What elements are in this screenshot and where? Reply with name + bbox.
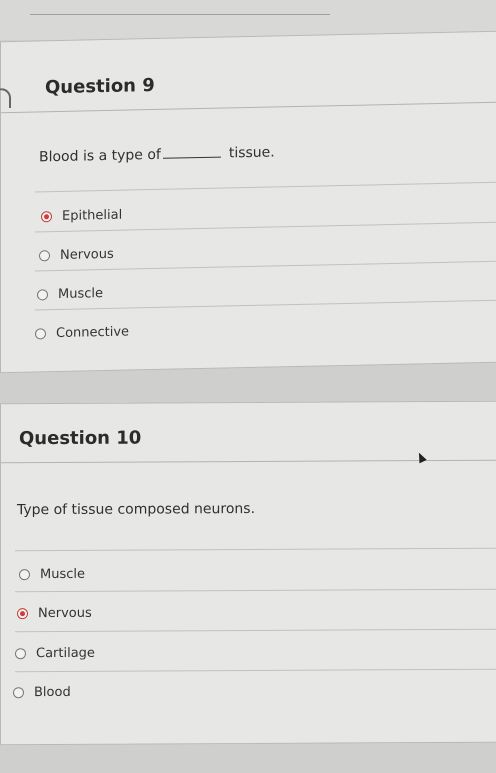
divider xyxy=(15,628,496,633)
divider xyxy=(35,181,496,193)
radio-selected-icon[interactable] xyxy=(41,211,52,223)
option-label: Nervous xyxy=(38,605,92,622)
radio-icon[interactable] xyxy=(35,328,46,340)
option-muscle[interactable]: Muscle xyxy=(19,567,85,582)
option-label: Muscle xyxy=(40,566,85,583)
option-nervous[interactable]: Nervous xyxy=(17,606,92,621)
option-label: Nervous xyxy=(60,246,114,263)
divider xyxy=(35,260,496,272)
radio-icon[interactable] xyxy=(19,569,30,581)
prompt-after: tissue. xyxy=(228,144,275,162)
radio-icon[interactable] xyxy=(13,687,24,699)
divider xyxy=(15,588,496,593)
divider xyxy=(15,547,496,552)
radio-icon[interactable] xyxy=(39,250,50,262)
option-muscle[interactable]: Muscle xyxy=(37,286,103,302)
divider xyxy=(15,668,496,673)
answer-blank xyxy=(162,156,221,159)
radio-icon[interactable] xyxy=(37,289,48,301)
question-card-10: Question 10 Type of tissue composed neur… xyxy=(0,400,496,746)
option-connective[interactable]: Connective xyxy=(35,325,129,342)
divider xyxy=(35,299,496,311)
option-blood[interactable]: Blood xyxy=(13,685,71,700)
question-prompt: Blood is a type of tissue. xyxy=(39,144,275,165)
option-label: Cartilage xyxy=(36,645,95,662)
question-title: Question 9 xyxy=(45,74,155,99)
divider xyxy=(35,221,496,233)
collapse-arrow-icon[interactable] xyxy=(0,87,11,109)
question-title: Question 10 xyxy=(19,427,142,450)
option-label: Muscle xyxy=(58,286,103,303)
question-card-9: Question 9 Blood is a type of tissue. Epi… xyxy=(0,30,496,374)
prompt-before: Blood is a type of xyxy=(39,146,161,166)
radio-selected-icon[interactable] xyxy=(17,608,28,620)
mouse-cursor-icon xyxy=(415,450,427,464)
question-prompt: Type of tissue composed neurons. xyxy=(17,500,256,519)
divider xyxy=(30,14,330,15)
option-epithelial[interactable]: Epithelial xyxy=(41,208,122,225)
option-label: Epithelial xyxy=(62,207,123,224)
radio-icon[interactable] xyxy=(15,648,26,660)
option-label: Blood xyxy=(34,684,71,701)
option-nervous[interactable]: Nervous xyxy=(39,247,114,264)
option-label: Connective xyxy=(56,324,130,342)
header-divider xyxy=(1,101,496,114)
option-cartilage[interactable]: Cartilage xyxy=(15,646,95,661)
